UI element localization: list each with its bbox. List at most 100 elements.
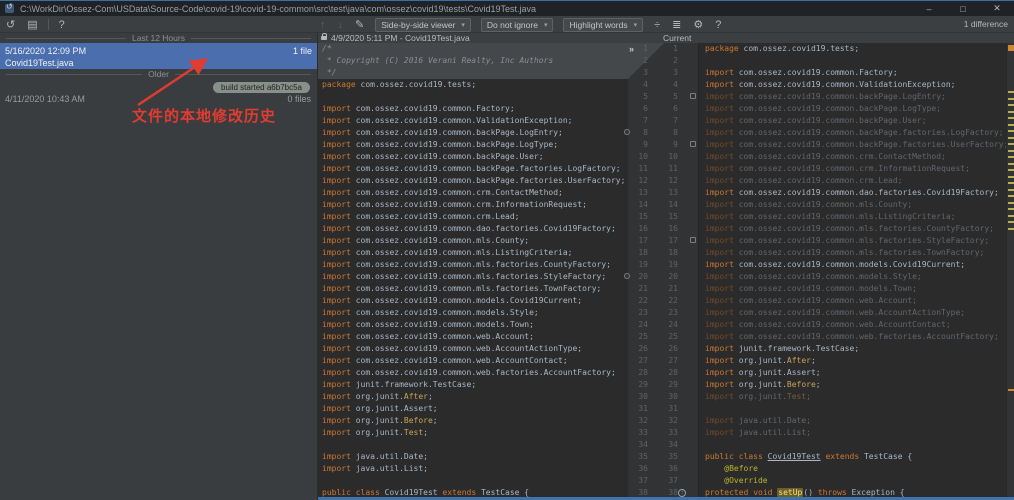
- line-number: 9: [643, 140, 648, 149]
- create-patch-icon[interactable]: ▤: [21, 18, 43, 32]
- line-number: 1: [643, 44, 648, 53]
- error-stripe-scrollbar[interactable]: [1006, 43, 1014, 500]
- fold-marker-icon[interactable]: [690, 237, 696, 243]
- code-line: import com.ossez.covid19.common.web.Acco…: [705, 308, 966, 317]
- stripe-change-mark[interactable]: [1008, 45, 1014, 51]
- help-icon[interactable]: ?: [53, 18, 71, 32]
- overriding-method-icon[interactable]: ↑: [678, 489, 686, 497]
- toolbar-divider: [47, 19, 49, 30]
- line-number: 14: [668, 200, 678, 209]
- next-difference-icon[interactable]: ↓: [332, 18, 350, 32]
- line-number: 34: [668, 440, 678, 449]
- collapse-unchanged-icon[interactable]: ÷: [648, 18, 666, 32]
- stripe-warning-mark[interactable]: [1008, 169, 1014, 171]
- line-number: 25: [668, 332, 678, 341]
- viewer-mode-value: Side-by-side viewer: [381, 20, 456, 30]
- help-icon[interactable]: ?: [709, 18, 727, 32]
- line-number: 1: [673, 44, 678, 53]
- code-line: import com.ossez.covid19.common.mls.fact…: [322, 284, 602, 293]
- code-line: import org.junit.Test;: [705, 392, 811, 401]
- fold-marker-icon[interactable]: [624, 273, 630, 279]
- diff-viewer: 4/9/2020 5:11 PM - Covid19Test.java Curr…: [318, 33, 1014, 500]
- left-editor[interactable]: /* * Copyright (C) 2016 Verani Realty, I…: [318, 43, 628, 500]
- line-number: 29: [668, 380, 678, 389]
- line-number: 12: [638, 176, 648, 185]
- maximize-button[interactable]: □: [946, 1, 980, 16]
- code-line: import java.util.Date;: [705, 416, 811, 425]
- fold-marker-icon[interactable]: [690, 141, 696, 147]
- toolbar: ↺ ▤ ? ↑ ↓ ✎ Side-by-side viewer ▾ Do not…: [0, 17, 1014, 33]
- stripe-warning-mark[interactable]: [1008, 98, 1014, 100]
- viewer-mode-dropdown[interactable]: Side-by-side viewer ▾: [375, 18, 471, 32]
- stripe-warning-mark[interactable]: [1008, 104, 1014, 106]
- line-number: 28: [668, 368, 678, 377]
- history-panel: Last 12 Hours 5/16/2020 12:09 PM 1 file …: [0, 33, 318, 500]
- code-line: /*: [318, 43, 628, 55]
- stripe-warning-mark[interactable]: [1008, 228, 1014, 230]
- stripe-warning-mark[interactable]: [1008, 143, 1014, 145]
- stripe-warning-mark[interactable]: [1008, 215, 1014, 217]
- stripe-warning-mark[interactable]: [1008, 182, 1014, 184]
- sync-scroll-icon[interactable]: ≣: [666, 18, 687, 32]
- line-number: 22: [638, 296, 648, 305]
- code-line: import com.ossez.covid19.common.web.fact…: [322, 368, 616, 377]
- stripe-warning-mark[interactable]: [1008, 221, 1014, 223]
- line-number: 18: [638, 248, 648, 257]
- code-line: import com.ossez.covid19.common.backPage…: [705, 92, 946, 101]
- code-line: */: [318, 67, 628, 79]
- code-line: public class Covid19Test extends TestCas…: [705, 452, 913, 461]
- code-line: import com.ossez.covid19.common.models.C…: [322, 296, 583, 305]
- stripe-warning-mark[interactable]: [1008, 156, 1014, 158]
- stripe-warning-mark[interactable]: [1008, 117, 1014, 119]
- code-line: import com.ossez.covid19.common.models.S…: [705, 272, 922, 281]
- history-entry-selected[interactable]: 5/16/2020 12:09 PM 1 file Covid19Test.ja…: [0, 43, 317, 69]
- line-number: 4: [643, 80, 648, 89]
- stripe-warning-mark[interactable]: [1008, 195, 1014, 197]
- right-editor[interactable]: package com.ossez.covid19.tests; import c…: [698, 43, 1006, 500]
- code-line: import org.junit.Before;: [322, 416, 438, 425]
- line-number: 23: [638, 308, 648, 317]
- revert-icon[interactable]: ↺: [0, 18, 21, 32]
- code-line: import com.ossez.covid19.common.web.Acco…: [322, 332, 534, 341]
- code-line: import com.ossez.covid19.common.backPage…: [705, 128, 1004, 137]
- code-line: import com.ossez.covid19.common.Validati…: [322, 116, 573, 125]
- line-number: 15: [668, 212, 678, 221]
- chevron-down-icon: ▾: [633, 22, 638, 29]
- code-line: import com.ossez.covid19.common.web.Acco…: [705, 320, 951, 329]
- stripe-warning-mark[interactable]: [1008, 91, 1014, 93]
- stripe-warning-mark[interactable]: [1008, 111, 1014, 113]
- diff-gutter: » 1 2 3 4 5 6 7 8 9 10 11 12 13 14 15 16 17 18 19 20 21 22 23 2…: [624, 43, 698, 500]
- fold-marker-icon[interactable]: [690, 93, 696, 99]
- edit-icon[interactable]: ✎: [349, 18, 370, 32]
- entry-file-name: Covid19Test.java: [5, 58, 74, 68]
- chevron-down-icon: ▾: [543, 22, 548, 29]
- stripe-warning-mark[interactable]: [1008, 208, 1014, 210]
- line-number: 20: [638, 272, 648, 281]
- stripe-warning-mark[interactable]: [1008, 176, 1014, 178]
- line-number: 7: [643, 116, 648, 125]
- line-number: 36: [668, 464, 678, 473]
- stripe-warning-mark[interactable]: [1008, 389, 1014, 391]
- code-line: import org.junit.After;: [322, 392, 433, 401]
- stripe-warning-mark[interactable]: [1008, 189, 1014, 191]
- stripe-warning-mark[interactable]: [1008, 202, 1014, 204]
- settings-gear-icon[interactable]: ⚙: [687, 18, 709, 32]
- minimize-button[interactable]: –: [912, 1, 946, 16]
- highlight-mode-dropdown[interactable]: Highlight words ▾: [563, 18, 644, 32]
- whitespace-policy-dropdown[interactable]: Do not ignore ▾: [480, 18, 554, 32]
- fold-marker-icon[interactable]: [624, 129, 630, 135]
- group-header-label: Last 12 Hours: [132, 33, 185, 43]
- highlight-mode-value: Highlight words: [569, 20, 628, 30]
- line-number: 35: [638, 452, 648, 461]
- previous-difference-icon[interactable]: ↑: [314, 18, 332, 32]
- stripe-warning-mark[interactable]: [1008, 130, 1014, 132]
- stripe-warning-mark[interactable]: [1008, 137, 1014, 139]
- stripe-warning-mark[interactable]: [1008, 163, 1014, 165]
- code-line: import com.ossez.covid19.common.crm.Info…: [322, 200, 587, 209]
- stripe-warning-mark[interactable]: [1008, 124, 1014, 126]
- line-number: 6: [643, 104, 648, 113]
- close-button[interactable]: ✕: [980, 1, 1014, 16]
- stripe-warning-mark[interactable]: [1008, 150, 1014, 152]
